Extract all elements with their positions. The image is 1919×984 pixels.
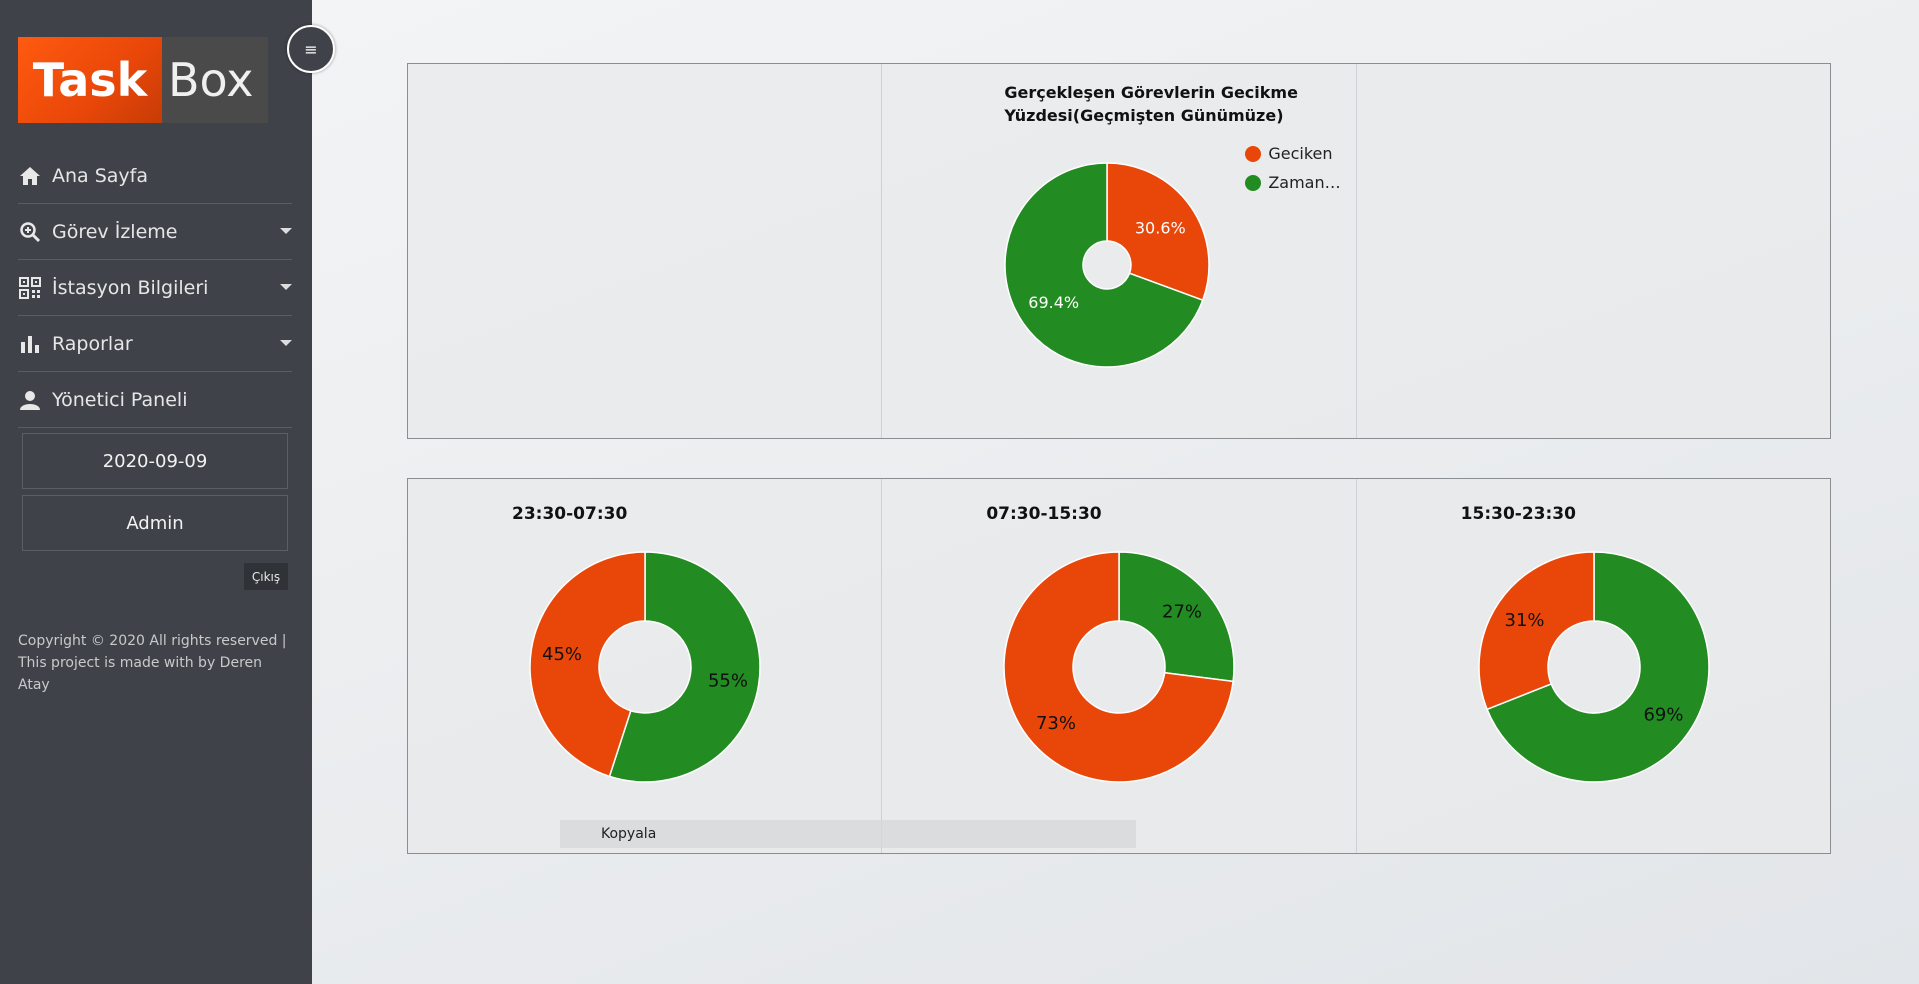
context-menu-label: Kopyala [601, 826, 657, 842]
legend-swatch [1245, 145, 1262, 162]
overall-delay-donut-chart: 30.6% 69.4% [1004, 162, 1211, 368]
panel-cell-overall-chart: Gerçekleşen Görevlerin Gecikme Yüzdesi(G… [882, 64, 1357, 438]
sidebar-item-ana-sayfa[interactable]: Ana Sayfa [18, 148, 292, 204]
sidebar-item-gorev-izleme[interactable]: Görev İzleme [18, 204, 292, 260]
sidebar-toggle-button[interactable]: ≡ [287, 25, 335, 73]
user-box: Admin [22, 495, 288, 551]
legend-item-zaman[interactable]: Zaman… [1245, 168, 1341, 197]
qrcode-icon [18, 276, 42, 300]
taskbox-logo[interactable]: Task Box [18, 37, 268, 123]
slice-data-label: 27% [1162, 602, 1202, 623]
shift-delay-panel: 23:30-07:30 55% 45% 07:30-15:30 27% 73% 15… [407, 478, 1831, 854]
sidebar-item-label: Görev İzleme [52, 220, 178, 243]
overall-delay-panel: Gerçekleşen Görevlerin Gecikme Yüzdesi(G… [407, 63, 1831, 439]
sidebar-item-yonetici-paneli[interactable]: Yönetici Paneli [18, 372, 292, 428]
legend-item-geciken[interactable]: Geciken [1245, 139, 1340, 168]
sidebar-item-raporlar[interactable]: Raporlar [18, 316, 292, 372]
bar-chart-icon [18, 332, 42, 356]
panel-cell-shift-1: 23:30-07:30 55% 45% [408, 479, 883, 853]
sidebar-item-label: Yönetici Paneli [52, 388, 188, 411]
slice-data-label: 69% [1643, 705, 1683, 726]
panel-cell-shift-3: 15:30-23:30 69% 31% [1357, 479, 1830, 853]
shift-2-donut-chart: 27% 73% [1003, 551, 1236, 783]
legend-swatch [1245, 174, 1262, 191]
shift-3-donut-chart: 69% 31% [1477, 551, 1710, 783]
logo-box-text: Box [162, 37, 268, 123]
sidebar-item-label: Ana Sayfa [52, 164, 149, 187]
panel-cell-empty-right [1357, 64, 1830, 438]
slice-data-label: 30.6% [1135, 218, 1186, 237]
user-icon [18, 388, 42, 412]
sidebar-item-label: İstasyon Bilgileri [52, 276, 209, 299]
logo-task-text: Task [18, 37, 162, 123]
search-plus-icon [18, 220, 42, 244]
chart-legend: Geciken Zaman… [1245, 139, 1341, 197]
caret-down-icon [280, 284, 292, 290]
shift-1-donut-chart: 55% 45% [529, 551, 761, 783]
sidebar-item-label: Raporlar [52, 332, 133, 355]
caret-down-icon [280, 340, 292, 346]
legend-label: Geciken [1268, 144, 1333, 163]
slice-data-label: 31% [1504, 610, 1544, 631]
panel-cell-shift-2: 07:30-15:30 27% 73% [882, 479, 1357, 853]
sidebar-nav: Ana Sayfa Görev İzleme İstasyon Bilgiler… [18, 148, 292, 428]
context-menu-copy[interactable]: Kopyala [560, 820, 1136, 848]
legend-label: Zaman… [1268, 173, 1341, 192]
sidebar: Task Box Ana Sayfa Görev İzleme İstasyon… [0, 0, 312, 984]
slice-data-label: 55% [708, 670, 748, 691]
menu-icon: ≡ [304, 39, 318, 59]
slice-data-label: 69.4% [1029, 293, 1080, 312]
copyright-line-1: Copyright © 2020 All rights reserved | [18, 633, 287, 649]
slice-data-label: 45% [542, 644, 582, 665]
copyright: Copyright © 2020 All rights reserved | T… [18, 630, 298, 696]
slice-data-label: 73% [1036, 713, 1076, 734]
logout-button[interactable]: Çıkış [244, 563, 288, 590]
caret-down-icon [280, 228, 292, 234]
copyright-line-2: This project is made with by Deren Atay [18, 655, 263, 693]
sidebar-item-istasyon-bilgileri[interactable]: İstasyon Bilgileri [18, 260, 292, 316]
date-box: 2020-09-09 [22, 433, 288, 489]
panel-cell-empty-left [408, 64, 883, 438]
home-icon [18, 164, 42, 188]
